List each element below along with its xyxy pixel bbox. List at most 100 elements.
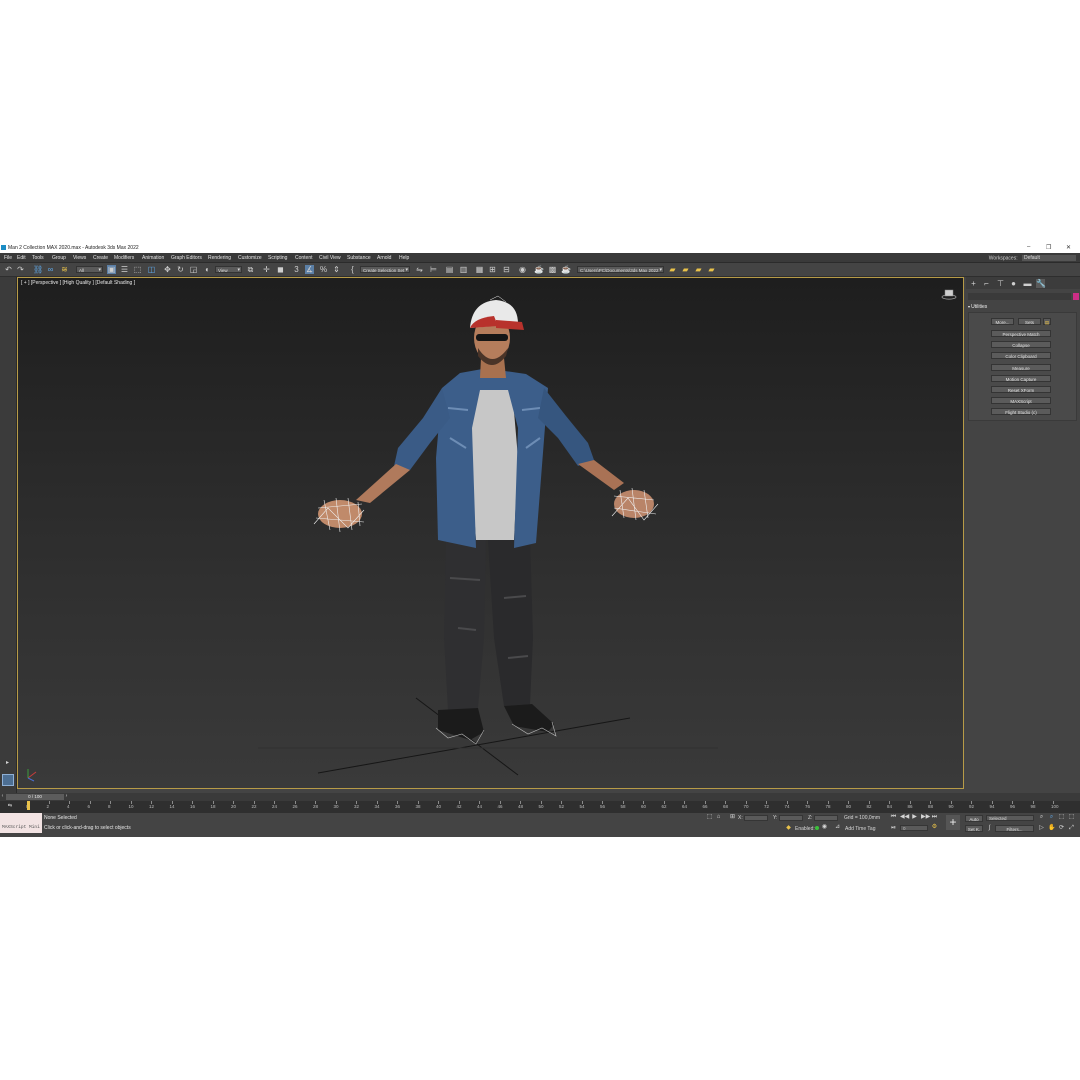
select-scale-icon[interactable]: ◲ — [189, 265, 198, 274]
go-to-end-icon[interactable]: ⏭ — [931, 814, 938, 821]
spinner-snap-icon[interactable]: ⇕ — [332, 265, 341, 274]
maxscript-listener[interactable]: MAXScript Mini — [0, 813, 42, 833]
add-time-tag[interactable]: Add Time Tag — [845, 826, 875, 832]
menu-arnold[interactable]: Arnold — [377, 255, 391, 261]
menu-content[interactable]: Content — [295, 255, 313, 261]
close-button[interactable]: ✕ — [1066, 244, 1071, 251]
measure-button[interactable]: Measure — [991, 364, 1051, 371]
set-key-button[interactable]: Set K. — [965, 825, 983, 832]
select-move-icon[interactable]: ✥ — [163, 265, 172, 274]
angle-snap-icon[interactable]: ∡ — [305, 265, 314, 274]
menu-modifiers[interactable]: Modifiers — [114, 255, 134, 261]
menu-substance[interactable]: Substance — [347, 255, 371, 261]
collapse-button[interactable]: Collapse — [991, 341, 1051, 348]
key-tangent-icon[interactable]: ∫ — [986, 825, 993, 832]
utilities-tab-icon[interactable]: 🔧 — [1036, 279, 1046, 288]
toggle-enabled-icon[interactable]: ◉ — [821, 824, 828, 831]
pan-view-icon[interactable]: ✋ — [1048, 825, 1055, 832]
maximize-button[interactable]: ❐ — [1046, 244, 1051, 251]
color-swatch[interactable] — [1073, 293, 1079, 300]
link-icon[interactable]: ⛓ — [33, 265, 43, 274]
expand-arrow-icon[interactable]: ▸ — [4, 760, 11, 767]
color-clipboard-button[interactable]: Color Clipboard — [991, 352, 1051, 359]
menu-help[interactable]: Help — [399, 255, 409, 261]
set-key-icon[interactable]: + — [946, 815, 960, 830]
window-crossing-icon[interactable]: ◫ — [147, 265, 156, 274]
curve-editor-icon[interactable]: ⊞ — [488, 265, 497, 274]
project-settings-icon[interactable]: ▰ — [707, 265, 716, 274]
project-folder-icon[interactable]: ▰ — [668, 265, 677, 274]
open-project-icon[interactable]: ▰ — [681, 265, 690, 274]
utilities-rollout-header[interactable]: ▾ Utilities — [968, 304, 1076, 312]
menu-civil-view[interactable]: Civil View — [319, 255, 341, 261]
current-frame-marker[interactable] — [27, 801, 30, 810]
edit-named-selection-icon[interactable]: { — [348, 265, 357, 274]
zoom-extents-icon[interactable]: ⬚ — [1058, 814, 1065, 821]
motion-capture-button[interactable]: Motion Capture — [991, 375, 1051, 382]
unlink-icon[interactable]: ∞ — [46, 265, 55, 274]
snaps-toggle-icon[interactable]: 3 — [292, 265, 301, 274]
next-frame-icon[interactable]: ▶▶ — [921, 814, 930, 821]
maxscript-button[interactable]: MAXScript — [991, 397, 1051, 404]
x-coord-field[interactable] — [744, 815, 768, 821]
maximize-viewport-icon[interactable]: ⤢ — [1068, 825, 1075, 832]
time-slider-next-icon[interactable]: › — [64, 793, 69, 801]
key-mode-icon[interactable]: ⏯ — [890, 825, 897, 832]
adaptive-degradation-icon[interactable]: ◆ — [785, 825, 792, 832]
time-configuration-icon[interactable]: ⚙ — [931, 824, 938, 831]
align-icon[interactable]: ⊨ — [429, 265, 438, 274]
auto-key-button[interactable]: Auto — [965, 815, 983, 822]
keyboard-shortcut-override-icon[interactable]: ◼ — [276, 265, 285, 274]
configure-sets-icon[interactable]: ▤ — [1043, 318, 1051, 325]
time-slider[interactable]: 0 / 100 — [6, 794, 64, 800]
rendered-frame-window-icon[interactable]: ▩ — [548, 265, 557, 274]
mini-curve-editor-icon[interactable]: ⇆ — [6, 803, 14, 811]
menu-create[interactable]: Create — [93, 255, 108, 261]
motion-tab-icon[interactable]: ● — [1009, 279, 1018, 288]
hierarchy-tab-icon[interactable]: ⊤ — [996, 279, 1005, 288]
menu-customize[interactable]: Customize — [238, 255, 262, 261]
select-place-icon[interactable]: ◐ — [203, 265, 212, 274]
rectangular-selection-icon[interactable]: ⬚ — [133, 265, 142, 274]
menu-views[interactable]: Views — [73, 255, 86, 261]
menu-rendering[interactable]: Rendering — [208, 255, 231, 261]
modify-tab-icon[interactable]: ⌐ — [982, 279, 991, 288]
command-panel-search[interactable] — [968, 293, 1071, 300]
zoom-all-icon[interactable]: ⌕ — [1048, 814, 1055, 821]
z-coord-field[interactable] — [814, 815, 838, 821]
key-filters-button[interactable]: Filters... — [995, 825, 1034, 832]
workspace-dropdown[interactable]: Default — [1022, 255, 1076, 261]
track-bar[interactable]: ⇆ 02468101214161820222426283032343638404… — [0, 801, 1080, 813]
selection-lock-icon[interactable]: ⌂ — [715, 814, 722, 821]
layer-explorer-icon[interactable]: ▥ — [459, 265, 468, 274]
render-production-icon[interactable]: ☕ — [561, 265, 571, 274]
menu-edit[interactable]: Edit — [17, 255, 26, 261]
render-setup-icon[interactable]: ☕ — [534, 265, 544, 274]
percent-snap-icon[interactable]: % — [319, 265, 328, 274]
select-by-name-icon[interactable]: ☰ — [120, 265, 129, 274]
orbit-icon[interactable]: ⟳ — [1058, 825, 1065, 832]
time-tag-icon[interactable]: ⊿ — [834, 824, 841, 831]
menu-file[interactable]: File — [4, 255, 12, 261]
key-filter-dropdown[interactable]: Selected — [986, 815, 1034, 821]
play-icon[interactable]: ▶ — [911, 814, 918, 821]
menu-animation[interactable]: Animation — [142, 255, 164, 261]
undo-icon[interactable]: ↶ — [4, 265, 13, 274]
field-of-view-icon[interactable]: ▷ — [1038, 825, 1045, 832]
previous-frame-icon[interactable]: ◀◀ — [900, 814, 909, 821]
bind-space-warp-icon[interactable]: ≋ — [60, 265, 69, 274]
select-rotate-icon[interactable]: ↻ — [176, 265, 185, 274]
viewport-layout-thumbnail[interactable] — [2, 774, 14, 786]
menu-tools[interactable]: Tools — [32, 255, 44, 261]
go-to-start-icon[interactable]: ⏮ — [890, 814, 897, 821]
create-project-icon[interactable]: ▰ — [694, 265, 703, 274]
menu-group[interactable]: Group — [52, 255, 66, 261]
absolute-mode-icon[interactable]: ⊞ — [729, 814, 736, 821]
current-frame-field[interactable]: 0 — [900, 825, 928, 831]
zoom-extents-all-icon[interactable]: ⬚ — [1068, 814, 1075, 821]
material-editor-icon[interactable]: ◉ — [518, 265, 527, 274]
reference-coordinate-dropdown[interactable]: View — [215, 266, 242, 273]
perspective-match-button[interactable]: Perspective Match — [991, 330, 1051, 337]
create-tab-icon[interactable]: + — [969, 279, 978, 288]
select-manipulate-icon[interactable]: ✛ — [262, 265, 271, 274]
